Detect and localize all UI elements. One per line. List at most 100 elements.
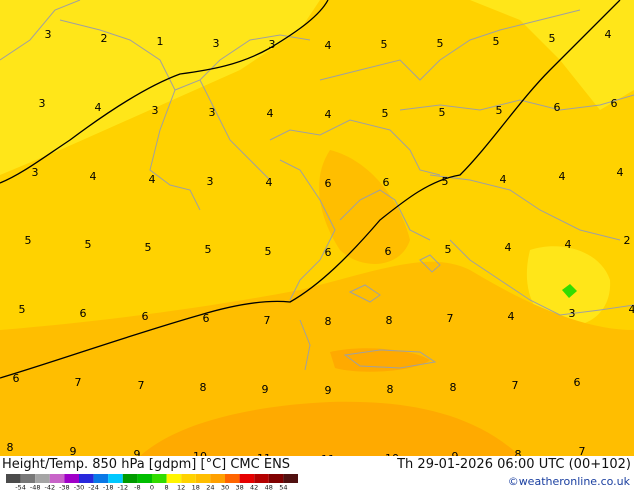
- temperature-label: 5: [442, 175, 449, 188]
- temperature-label: 3: [152, 104, 159, 117]
- legend-swatch: [20, 474, 36, 483]
- map-canvas: 3 2 1 3 3 4 5 5 5 5 4 3 4 3 3 4 4 5 5 5 6 6 3 4 4 3 4 6 6 5 4 4 4 5 5 5 5 5 6 6…: [0, 0, 634, 456]
- legend-swatch: [195, 474, 211, 483]
- legend-swatch: [225, 474, 240, 483]
- temperature-label: 3: [209, 106, 216, 119]
- legend-tick-label: -54: [15, 484, 26, 490]
- weather-map[interactable]: 3 2 1 3 3 4 5 5 5 5 4 3 4 3 3 4 4 5 5 5 6 6 3 4 4 3 4 6 6 5 4 4 4 5 5 5 5 5 6 6…: [0, 0, 634, 456]
- legend-tick-label: 38: [235, 484, 243, 490]
- temperature-label: 7: [579, 445, 586, 456]
- temperature-label: 7: [138, 379, 145, 392]
- temperature-label: 7: [512, 379, 519, 392]
- temperature-label: 6: [385, 245, 392, 258]
- temperature-label: 3: [207, 175, 214, 188]
- temperature-label: 5: [437, 37, 444, 50]
- legend-swatch: [137, 474, 152, 483]
- temperature-label: 5: [445, 243, 452, 256]
- temperature-label: 8: [515, 448, 522, 456]
- temperature-label: 4: [267, 107, 274, 120]
- temperature-label: 5: [382, 107, 389, 120]
- legend-swatch: [283, 474, 298, 483]
- footer-bar: Height/Temp. 850 hPa [gdpm] [°C] CMC ENS…: [0, 456, 634, 490]
- legend-tick-label: 12: [177, 484, 185, 490]
- temperature-label: 9: [134, 448, 141, 456]
- color-scale-legend: -54 -48 -42 -38 -30 -24 -18 -12 -8 0 8 12 18 24 30 38 42…: [6, 474, 298, 490]
- temperature-label: 1: [157, 35, 164, 48]
- temperature-label: 4: [266, 176, 273, 189]
- temperature-label: 4: [565, 238, 572, 251]
- temperature-label: 6: [325, 246, 332, 259]
- legend-swatch: [254, 474, 269, 483]
- legend-tick-label: 24: [206, 484, 214, 490]
- temperature-label: 6: [611, 97, 618, 110]
- legend-tick-label: -18: [103, 484, 114, 490]
- temperature-label: 6: [325, 177, 332, 190]
- temperature-label: 8: [387, 383, 394, 396]
- temperature-label: 9: [325, 384, 332, 397]
- temperature-label: 5: [145, 241, 152, 254]
- legend-swatch: [152, 474, 167, 483]
- legend-swatch: [181, 474, 196, 483]
- temperature-label: 4: [149, 173, 156, 186]
- temperature-label: 4: [508, 310, 515, 323]
- temperature-label: 5: [205, 243, 212, 256]
- legend-tick-label: -30: [74, 484, 85, 490]
- temperature-label: 6: [203, 312, 210, 325]
- temperature-label: 6: [554, 101, 561, 114]
- temperature-label: 8: [386, 314, 393, 327]
- temperature-label: 3: [39, 97, 46, 110]
- legend-tick-label: -38: [59, 484, 70, 490]
- valid-time: Th 29-01-2026 06:00 UTC (00+102): [397, 457, 631, 472]
- temperature-label: 6: [383, 176, 390, 189]
- temperature-label: 5: [496, 104, 503, 117]
- temperature-label: 5: [25, 234, 32, 247]
- temperature-label: 5: [493, 35, 500, 48]
- legend-tick-label: 30: [221, 484, 229, 490]
- legend-tick-label: -24: [88, 484, 99, 490]
- temperature-label: 4: [505, 241, 512, 254]
- temperature-label: 4: [95, 101, 102, 114]
- temperature-label: 5: [549, 32, 556, 45]
- temperature-label: 6: [142, 310, 149, 323]
- temperature-label: 5: [19, 303, 26, 316]
- temperature-label: 4: [629, 303, 634, 316]
- temperature-label: 6: [13, 372, 20, 385]
- map-title: Height/Temp. 850 hPa [gdpm] [°C] CMC ENS: [2, 457, 291, 472]
- temperature-label: 4: [90, 170, 97, 183]
- legend-swatch: [210, 474, 225, 483]
- temperature-label: 3: [32, 166, 39, 179]
- legend-swatch: [35, 474, 50, 483]
- credit-link[interactable]: ©weatheronline.co.uk: [508, 475, 630, 489]
- legend-swatch: [108, 474, 123, 483]
- temperature-label: 9: [70, 445, 77, 456]
- temperature-label: 7: [264, 314, 271, 327]
- legend-tick-label: 48: [265, 484, 273, 490]
- legend-tick-label: 8: [165, 484, 169, 490]
- legend-swatch: [49, 474, 65, 483]
- temperature-label: 3: [213, 37, 220, 50]
- temperature-label: 4: [325, 39, 332, 52]
- legend-tick-label: 54: [279, 484, 287, 490]
- legend-swatch: [93, 474, 109, 483]
- temperature-label: 4: [559, 170, 566, 183]
- legend-swatch: [79, 474, 94, 483]
- temperature-label: 6: [80, 307, 87, 320]
- legend-swatch: [6, 474, 21, 483]
- legend-tick-label: -12: [117, 484, 128, 490]
- legend-swatch: [268, 474, 284, 483]
- legend-swatch: [64, 474, 79, 483]
- temperature-label: 3: [45, 28, 52, 41]
- temperature-label: 8: [7, 441, 14, 454]
- temperature-label: 7: [447, 312, 454, 325]
- temperature-label: 2: [624, 234, 631, 247]
- legend-tick-label: -42: [44, 484, 55, 490]
- temperature-label: 4: [500, 173, 507, 186]
- temperature-label: 2: [101, 32, 108, 45]
- legend-tick-label: 0: [150, 484, 154, 490]
- temperature-label: 8: [450, 381, 457, 394]
- temperature-label: 9: [262, 383, 269, 396]
- legend-tick-label: 42: [250, 484, 258, 490]
- temperature-label: 4: [617, 166, 624, 179]
- temperature-label: 4: [325, 108, 332, 121]
- temperature-label: 5: [439, 106, 446, 119]
